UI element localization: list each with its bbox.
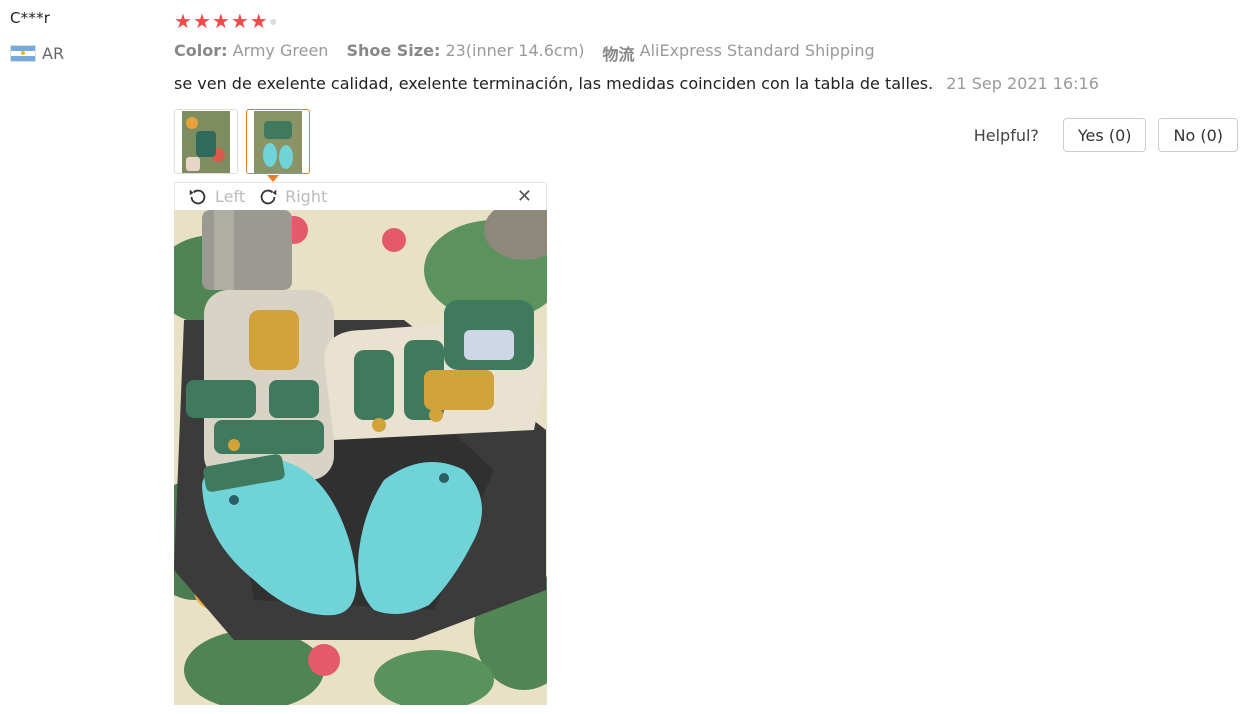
star-icon: ★	[211, 9, 230, 33]
review-text: se ven de exelente calidad, exelente ter…	[174, 74, 934, 93]
thumbnail-photo-2	[254, 110, 302, 173]
helpful-yes-button[interactable]: Yes (0)	[1062, 118, 1147, 152]
rotate-right-icon	[260, 189, 277, 204]
star-icon: ★	[192, 9, 211, 33]
rotate-right-label: Right	[285, 187, 328, 206]
size-label: Shoe Size:	[346, 41, 441, 60]
star-rating: ★ ★ ★ ★ ★ ●	[174, 10, 277, 32]
review-photo	[174, 210, 547, 705]
argentina-flag-icon	[10, 45, 36, 62]
review-thumbnails	[174, 109, 310, 174]
close-icon[interactable]: ✕	[517, 186, 532, 207]
image-viewer-toolbar: Left Right ✕	[174, 182, 547, 210]
reviewer-country: AR	[10, 44, 64, 63]
reviewer-name: C***r	[10, 9, 51, 27]
rotate-right-button[interactable]: Right	[257, 186, 327, 208]
product-info: Color: Army Green Shoe Size: 23(inner 14…	[174, 41, 875, 65]
helpful-label: Helpful?	[973, 125, 1039, 145]
rotate-left-icon	[189, 189, 206, 204]
star-dot: ●	[269, 16, 277, 26]
color-label: Color:	[174, 41, 228, 60]
country-code: AR	[42, 44, 65, 63]
rotate-left-button[interactable]: Left	[187, 186, 245, 208]
size-value: 23(inner 14.6cm)	[445, 41, 585, 60]
thumbnail-photo-1	[182, 110, 230, 173]
review-thumbnail-1[interactable]	[174, 109, 238, 174]
review-photo-image	[174, 210, 547, 705]
review-date: 21 Sep 2021 16:16	[946, 74, 1099, 93]
helpful-no-button[interactable]: No (0)	[1158, 118, 1238, 152]
active-thumbnail-indicator	[267, 175, 279, 182]
shipping-label: 物流	[602, 45, 635, 64]
helpful-section: Helpful? Yes (0) No (0)	[974, 118, 1238, 152]
shipping-value: AliExpress Standard Shipping	[639, 41, 875, 60]
review-thumbnail-2[interactable]	[246, 109, 310, 174]
rotate-left-label: Left	[215, 187, 246, 206]
review-content: se ven de exelente calidad, exelente ter…	[174, 74, 1099, 93]
star-icon: ★	[249, 9, 268, 33]
color-value: Army Green	[232, 41, 329, 60]
star-icon: ★	[230, 9, 249, 33]
star-icon: ★	[174, 9, 192, 33]
